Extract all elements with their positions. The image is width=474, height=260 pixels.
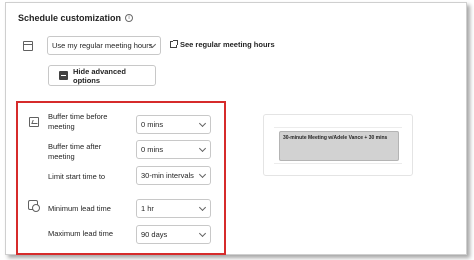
min-lead-label: Minimum lead time: [48, 204, 111, 213]
section-title: Schedule customization: [18, 13, 122, 23]
buffer-before-label-line2: meeting: [48, 122, 75, 131]
min-lead-dropdown[interactable]: 1 hr: [136, 199, 211, 218]
buffer-after-value: 0 mins: [141, 145, 164, 154]
limit-start-value: 30-min intervals: [141, 171, 194, 180]
info-icon[interactable]: i: [125, 14, 134, 22]
buffer-before-label-line1: Buffer time before: [48, 112, 108, 121]
max-lead-label: Maximum lead time: [48, 229, 114, 238]
preview-gridline: [274, 127, 402, 128]
buffer-after-dropdown[interactable]: 0 mins: [136, 140, 211, 159]
lead-time-icon: [28, 200, 40, 212]
external-link-icon: [170, 40, 178, 48]
meeting-hours-dropdown[interactable]: Use my regular meeting hours: [47, 36, 161, 55]
chevron-down-icon: [198, 203, 207, 212]
schedule-customization-panel: Schedule customization i Use my regular …: [5, 2, 467, 255]
min-lead-value: 1 hr: [141, 204, 154, 213]
buffer-icon: [29, 117, 39, 127]
preview-gridline: [274, 163, 402, 164]
max-lead-value: 90 days: [141, 230, 168, 239]
see-meeting-hours-label: See regular meeting hours: [180, 40, 275, 49]
section-heading: Schedule customization i: [18, 13, 134, 23]
buffer-before-dropdown[interactable]: 0 mins: [136, 115, 211, 134]
hide-advanced-options-button[interactable]: Hide advanced options: [48, 65, 156, 86]
buffer-before-label: Buffer time before meeting: [48, 112, 107, 132]
chevron-down-icon: [198, 119, 207, 128]
hide-advanced-options-label: Hide advanced options: [72, 66, 126, 85]
chevron-down-icon: [198, 229, 207, 238]
preview-event: 30-minute Meeting w/Adele Vance + 30 min…: [279, 131, 399, 161]
buffer-after-label-line1: Buffer time after: [48, 142, 102, 151]
max-lead-dropdown[interactable]: 90 days: [136, 225, 211, 244]
calendar-preview: 30-minute Meeting w/Adele Vance + 30 min…: [263, 114, 413, 176]
buffer-after-label-line2: meeting: [48, 152, 75, 161]
buffer-before-value: 0 mins: [141, 120, 164, 129]
meeting-hours-value: Use my regular meeting hours: [52, 41, 153, 50]
limit-start-dropdown[interactable]: 30-min intervals: [136, 166, 211, 185]
calendar-icon: [23, 41, 33, 51]
chevron-down-icon: [198, 144, 207, 153]
see-meeting-hours-link[interactable]: See regular meeting hours: [170, 40, 275, 49]
chevron-down-icon: [198, 170, 207, 179]
limit-start-label: Limit start time to: [48, 172, 106, 181]
buffer-after-label: Buffer time after meeting: [48, 142, 101, 162]
collapse-icon: [59, 71, 68, 80]
